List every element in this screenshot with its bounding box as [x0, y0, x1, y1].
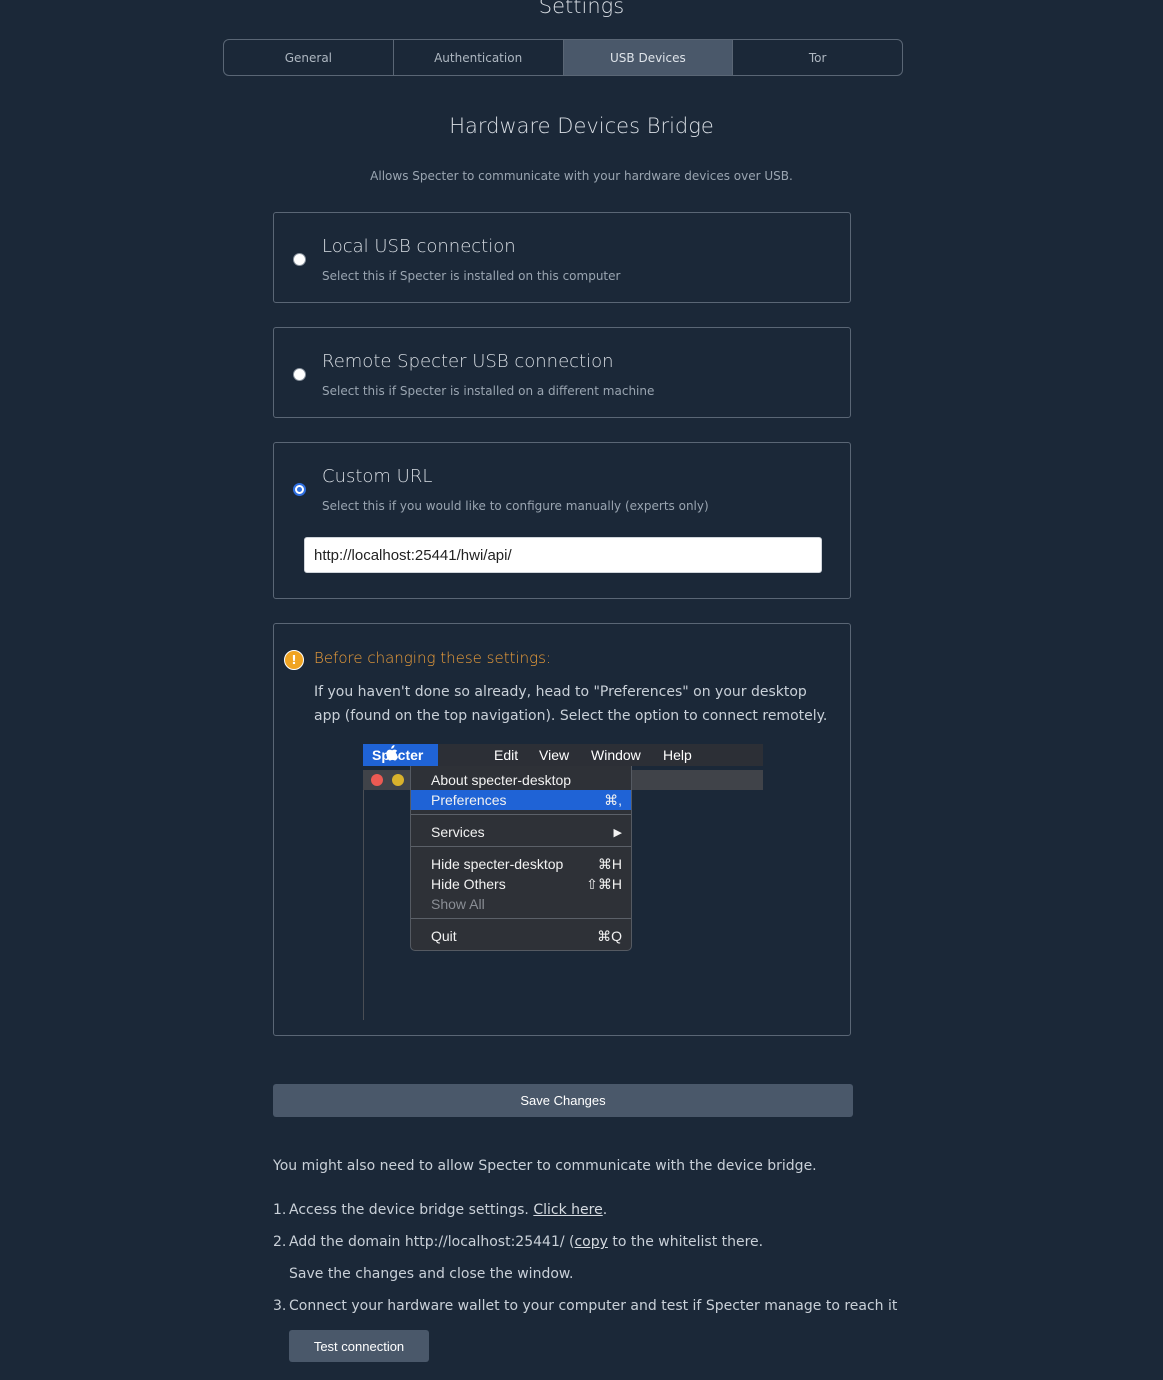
section-title: Hardware Devices Bridge — [449, 114, 714, 138]
menu-item-hide[interactable]: Hide specter-desktop ⌘H — [411, 854, 631, 874]
warning-title: Before changing these settings: — [314, 649, 552, 667]
menu-separator — [411, 846, 631, 847]
tab-tor[interactable]: Tor — [733, 40, 902, 75]
settings-tabs: General Authentication USB Devices Tor — [223, 39, 903, 76]
option-remote-usb[interactable]: Remote Specter USB connection Select thi… — [273, 327, 851, 418]
menu-item-show-all: Show All — [431, 896, 485, 912]
radio-custom-url[interactable] — [293, 483, 306, 496]
minimize-window-dot — [392, 774, 404, 786]
test-connection-button[interactable]: Test connection — [289, 1330, 429, 1362]
menu-separator — [411, 918, 631, 919]
warning-text: If you haven't done so already, head to … — [314, 684, 828, 724]
menu-help[interactable]: Help — [663, 747, 692, 763]
warning-box: ! Before changing these settings: If you… — [273, 623, 851, 1036]
menu-app-specter[interactable]: Specter — [363, 744, 438, 766]
option-local-usb[interactable]: Local USB connection Select this if Spec… — [273, 212, 851, 303]
window-body — [363, 790, 364, 1020]
tab-authentication[interactable]: Authentication — [394, 40, 564, 75]
menu-item-preferences[interactable]: Preferences ⌘, — [411, 790, 631, 810]
option-description: Select this if Specter is installed on t… — [322, 269, 621, 283]
menu-window[interactable]: Window — [591, 747, 641, 763]
save-changes-button[interactable]: Save Changes — [273, 1084, 853, 1117]
menu-view[interactable]: View — [539, 747, 569, 763]
option-title: Local USB connection — [322, 236, 516, 257]
option-title: Remote Specter USB connection — [322, 351, 614, 372]
click-here-link[interactable]: Click here — [533, 1202, 602, 1218]
warning-icon: ! — [284, 650, 304, 670]
option-custom-url[interactable]: Custom URL Select this if you would like… — [273, 442, 851, 599]
step-2-note: Save the changes and close the window. — [289, 1266, 574, 1282]
menu-item-services[interactable]: Services ▶ — [411, 822, 631, 842]
step-2: 2. Add the domain http://localhost:25441/… — [273, 1234, 764, 1250]
bridge-note: You might also need to allow Specter to … — [273, 1158, 817, 1174]
option-description: Select this if you would like to configu… — [322, 499, 709, 513]
option-title: Custom URL — [322, 466, 433, 487]
custom-url-input[interactable] — [304, 537, 822, 573]
menu-edit[interactable]: Edit — [494, 747, 518, 763]
page-title: Settings — [538, 0, 625, 18]
menu-separator — [411, 814, 631, 815]
tab-usb-devices[interactable]: USB Devices — [563, 40, 734, 75]
close-window-dot — [371, 774, 383, 786]
mac-menu-bar: Specter Edit View Window Help — [363, 744, 763, 766]
radio-local-usb[interactable] — [293, 253, 306, 266]
section-subtitle: Allows Specter to communicate with your … — [370, 169, 793, 183]
app-dropdown-menu: About specter-desktop Preferences ⌘, Serv… — [410, 766, 632, 951]
menu-item-hide-others[interactable]: Hide Others ⇧⌘H — [411, 874, 631, 894]
radio-remote-usb[interactable] — [293, 368, 306, 381]
step-3: 3. Connect your hardware wallet to your c… — [273, 1298, 898, 1314]
menu-item-about[interactable]: About specter-desktop — [411, 770, 631, 790]
step-1: 1. Access the device bridge settings. Cli… — [273, 1202, 608, 1218]
tab-general[interactable]: General — [224, 40, 394, 75]
menu-item-quit[interactable]: Quit ⌘Q — [411, 926, 631, 946]
copy-link[interactable]: copy — [574, 1234, 607, 1250]
option-description: Select this if Specter is installed on a… — [322, 384, 655, 398]
preferences-menu-screenshot: Specter Edit View Window Help About spec… — [363, 744, 763, 1020]
